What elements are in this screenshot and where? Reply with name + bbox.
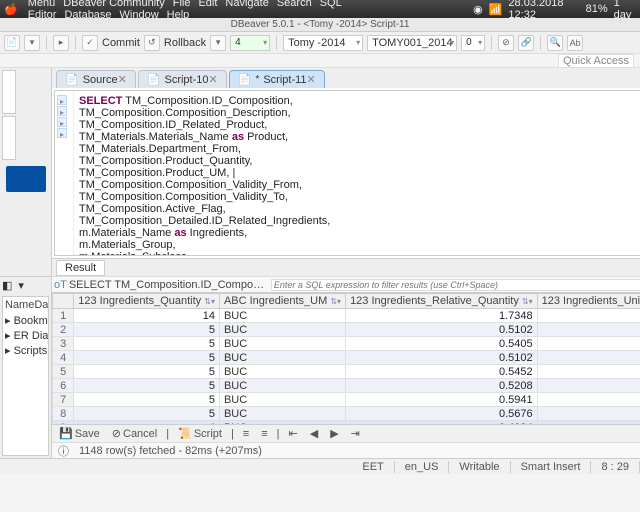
schema-select[interactable]: 0 xyxy=(461,35,485,51)
menu-item[interactable]: Database xyxy=(64,9,111,21)
fetch-status: 1148 row(s) fetched - 82ms (+207ms) xyxy=(79,445,262,457)
column-header[interactable]: 123 Ingredients_Quantity ⇅▾ xyxy=(74,294,220,309)
find-icon[interactable]: Ab xyxy=(567,35,583,51)
database-select[interactable]: TOMY001_2014 xyxy=(367,35,457,51)
statusbar: EET en_US Writable Smart Insert 8 : 29 xyxy=(0,458,640,474)
commit-label[interactable]: Commit xyxy=(102,37,140,49)
battery: 81% xyxy=(586,3,608,15)
script-button[interactable]: 📜 Script xyxy=(175,427,225,440)
table-row[interactable]: 75BUC0.594151 xyxy=(53,393,640,407)
wifi-icon[interactable]: 📶 xyxy=(489,3,503,16)
datetime: 28.03.2018 12:32 xyxy=(508,0,579,21)
cancel-button[interactable]: ⊘ Cancel xyxy=(109,427,160,440)
table-row[interactable]: 65BUC0.520851 xyxy=(53,379,640,393)
project-item[interactable]: ▸ Scripts xyxy=(5,343,46,358)
grid-toolbar: 💾 Save ⊘ Cancel | 📜 Script | ≡≡ | ⇤◀▶⇥ ☰… xyxy=(52,424,640,442)
project-item[interactable]: ▸ ER Diagra xyxy=(5,328,46,343)
new-icon[interactable]: 📄 xyxy=(4,35,20,51)
menu-item[interactable]: DBeaver Community xyxy=(63,0,164,9)
menu-item[interactable]: File xyxy=(173,0,191,9)
result-tab[interactable]: Result xyxy=(56,260,105,276)
search-icon[interactable]: 🔍 xyxy=(547,35,563,51)
quick-access[interactable]: Quick Access xyxy=(0,54,640,68)
link-icon[interactable]: 🔗 xyxy=(518,35,534,51)
results-panel: Result Log Output oT SELECT TM_Compositi… xyxy=(52,258,640,458)
open-icon[interactable]: ▾ xyxy=(24,35,40,51)
editor-tab[interactable]: 📄 Script-10✕ xyxy=(138,70,227,88)
menu-item[interactable]: Edit xyxy=(198,0,217,9)
project-panel: NameDat ▸ Bookmar▸ ER Diagra▸ Scripts xyxy=(2,296,49,456)
tx-level[interactable]: 4 xyxy=(230,35,270,51)
menu-item[interactable]: Navigate xyxy=(225,0,268,9)
table-row[interactable]: 114BUC1.7348141 xyxy=(53,309,640,323)
project-item[interactable]: ▸ Bookmar xyxy=(5,313,46,328)
column-header[interactable]: 123 Ingredients_Units_per_Batch ⇅▾ xyxy=(537,294,640,309)
column-header[interactable]: 123 Ingredients_Relative_Quantity ⇅▾ xyxy=(346,294,538,309)
editor-tabs: 📄 Source✕📄 Script-10✕📄* Script-11✕ xyxy=(52,68,640,88)
save-button[interactable]: 💾 Save xyxy=(56,427,103,440)
table-row[interactable]: 55BUC0.545251 xyxy=(53,365,640,379)
folded-tab[interactable] xyxy=(2,116,16,160)
rollback-label[interactable]: Rollback xyxy=(164,37,206,49)
editor-tab[interactable]: 📄* Script-11✕ xyxy=(229,70,325,88)
apple-icon: 🍎 xyxy=(4,3,18,16)
db-nav-icon[interactable] xyxy=(6,166,46,192)
commit-icon[interactable]: ✓ xyxy=(82,35,98,51)
filter-input[interactable] xyxy=(271,279,640,291)
menu-item[interactable]: Window xyxy=(120,9,159,21)
main-toolbar: 📄 ▾ ▸ ✓ Commit ↺ Rollback ▾ 4 Tomy -2014… xyxy=(0,32,640,54)
left-sidebar: ◧▾ NameDat ▸ Bookmar▸ ER Diagra▸ Scripts xyxy=(0,68,52,458)
folded-tab[interactable] xyxy=(2,70,16,114)
results-grid[interactable]: 123 Ingredients_Quantity ⇅▾ABC Ingredien… xyxy=(52,292,640,424)
menu-item[interactable]: Search xyxy=(277,0,312,9)
menu-item[interactable]: Menu xyxy=(28,0,56,9)
rollback-icon[interactable]: ↺ xyxy=(144,35,160,51)
connection-select[interactable]: Tomy -2014 xyxy=(283,35,363,51)
menu-item[interactable]: Help xyxy=(167,9,190,21)
viber-icon[interactable]: ◉ xyxy=(473,3,483,16)
uptime: 1 day xyxy=(614,0,636,21)
table-row[interactable]: 45BUC0.510251 xyxy=(53,351,640,365)
sql-icon[interactable]: ▸ xyxy=(53,35,69,51)
table-row[interactable]: 25BUC0.510251 xyxy=(53,323,640,337)
tx-icon[interactable]: ▾ xyxy=(210,35,226,51)
stop-icon[interactable]: ⊘ xyxy=(498,35,514,51)
table-row[interactable]: 85BUC0.567651 xyxy=(53,407,640,421)
table-row[interactable]: 35BUC0.540551 xyxy=(53,337,640,351)
query-preview: SELECT TM_Composition.ID_Composition, TM… xyxy=(69,279,269,291)
column-header[interactable]: ABC Ingredients_UM ⇅▾ xyxy=(219,294,345,309)
editor-tab[interactable]: 📄 Source✕ xyxy=(56,70,136,88)
sql-editor[interactable]: ▸▸▸▸ SELECT TM_Composition.ID_Compositio… xyxy=(54,90,640,256)
menubar: 🍎 Menu DBeaver Community File Edit Navigate S… xyxy=(0,0,640,18)
